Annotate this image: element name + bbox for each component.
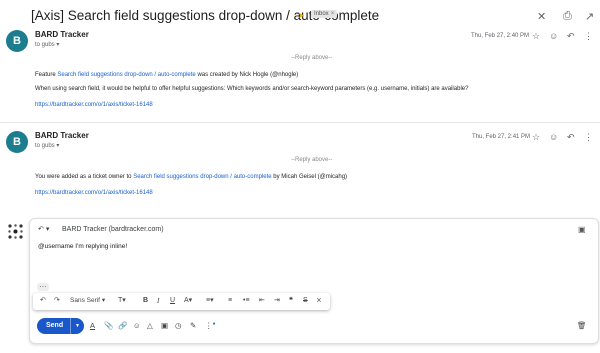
send-options-chevron-icon[interactable]: ▼ [70,318,80,334]
message-body-line: You were added as a ticket owner to Sear… [35,174,347,180]
chevron-down-icon: ▾ [101,297,106,304]
insert-emoji-icon[interactable]: ☺ [133,321,141,330]
send-label: Send [46,322,64,329]
emoji-icon[interactable]: ☺ [549,132,558,142]
insert-link-icon[interactable]: 🔗 [118,321,127,330]
text-size-icon[interactable]: T▾ [118,296,126,306]
sender-name[interactable]: BARD Tracker [35,30,89,39]
send-button[interactable]: Send ▼ [37,318,84,334]
show-trimmed-content-button[interactable]: ··· [37,283,49,291]
message-body-line: Feature Search field suggestions drop-do… [35,72,298,78]
recipient-text: to gubs [35,143,55,149]
ticket-url-link[interactable]: https://bardtracker.com/o/1/axis/ticket-… [35,102,153,108]
font-family-value: Sans Serif [70,297,100,304]
important-marker-icon[interactable]: ➤ [298,11,305,20]
recipient-line[interactable]: to gubs ▾ [35,142,59,149]
star-icon[interactable]: ☆ [532,132,540,143]
reply-type-dropdown[interactable]: ↶ ▾ [38,225,49,233]
more-options-icon[interactable]: ⋮ [584,132,593,143]
reply-icon[interactable]: ↶ [567,31,575,42]
ticket-link[interactable]: Search field suggestions drop-down / aut… [57,72,195,78]
avatar[interactable]: B [6,131,28,153]
open-new-window-icon[interactable]: ↗ [585,10,594,23]
chevron-down-icon: ▾ [56,42,60,48]
more-options-icon[interactable]: ⋮ [584,31,593,42]
message-body-line: When using search field, it would be hel… [35,86,469,92]
align-icon[interactable]: ≡▾ [206,296,214,306]
chevron-down-icon: ▾ [56,143,60,149]
formatting-options-icon[interactable]: A [90,321,95,330]
emoji-icon[interactable]: ☺ [549,31,558,41]
indent-less-icon[interactable]: ⇤ [259,296,265,306]
collapse-all-icon[interactable]: ✕ [537,10,546,23]
drive-icon[interactable]: △ [147,321,153,330]
insert-photo-icon[interactable]: ▣ [161,321,168,330]
reply-compose-box[interactable] [29,218,599,344]
sender-name[interactable]: BARD Tracker [35,131,89,140]
print-icon[interactable]: ⎙ [563,10,572,23]
message-date: Thu, Feb 27, 2:40 PM [471,33,530,39]
formatting-toolbar: ↶ ↷ Sans Serif ▾ T▾ B I U A▾ ≡▾ ≡ •≡ ⇤ ⇥… [33,293,330,310]
undo-icon[interactable]: ↶ [40,296,46,306]
numbered-list-icon[interactable]: ≡ [228,296,232,306]
remove-label-icon[interactable]: × [331,11,335,17]
chevron-down-icon: ▾ [45,226,50,233]
attach-file-icon[interactable]: 📎 [104,321,113,330]
font-family-select[interactable]: Sans Serif ▾ [70,296,105,306]
pop-out-reply-icon[interactable]: ▣ [578,225,586,234]
quote-icon[interactable]: ❝ [289,296,293,306]
confidential-mode-icon[interactable]: ◷ [175,321,182,330]
bold-icon[interactable]: B [143,296,148,306]
signature-icon[interactable]: ✎ [190,321,196,330]
reply-above-marker: --Reply above-- [291,55,333,61]
recipient-text: to gubs [35,42,55,48]
message-date: Thu, Feb 27, 2:41 PM [472,134,531,140]
discard-draft-icon[interactable]: 🗑 [577,321,587,330]
redo-icon[interactable]: ↷ [54,296,60,306]
italic-icon[interactable]: I [157,296,159,306]
inbox-label-chip[interactable]: Inbox × [311,10,338,18]
avatar[interactable]: B [6,30,28,52]
user-avatar-icon[interactable] [8,224,23,239]
recipient-line[interactable]: to gubs ▾ [35,41,59,48]
body-text: You were added as a ticket owner to [35,174,134,180]
compose-body-input[interactable]: @username I'm replying inline! [38,243,127,250]
body-text: Feature [35,72,58,78]
ticket-url-link[interactable]: https://bardtracker.com/o/1/axis/ticket-… [35,190,153,196]
reply-above-marker: --Reply above-- [291,157,333,163]
underline-icon[interactable]: U [170,296,175,306]
ticket-link[interactable]: Search field suggestions drop-down / aut… [133,174,271,180]
reply-icon: ↶ [38,226,44,233]
text-color-icon[interactable]: A▾ [184,296,192,306]
strikethrough-icon[interactable]: S [303,296,308,306]
remove-formatting-icon[interactable]: ⨯ [316,296,322,306]
compose-recipient[interactable]: BARD Tracker (bardtracker.com) [62,226,164,233]
bulleted-list-icon[interactable]: •≡ [243,296,250,306]
more-options-icon[interactable]: ⋮● [205,321,216,330]
indent-more-icon[interactable]: ⇥ [274,296,280,306]
inbox-label-text: Inbox [314,11,329,17]
body-text: was created by Nick Hogle (@nhogle) [195,72,299,78]
star-icon[interactable]: ☆ [532,31,540,42]
reply-icon[interactable]: ↶ [567,132,575,143]
body-text: by Micah Geisel (@micahg) [271,174,348,180]
message-divider [0,122,600,123]
